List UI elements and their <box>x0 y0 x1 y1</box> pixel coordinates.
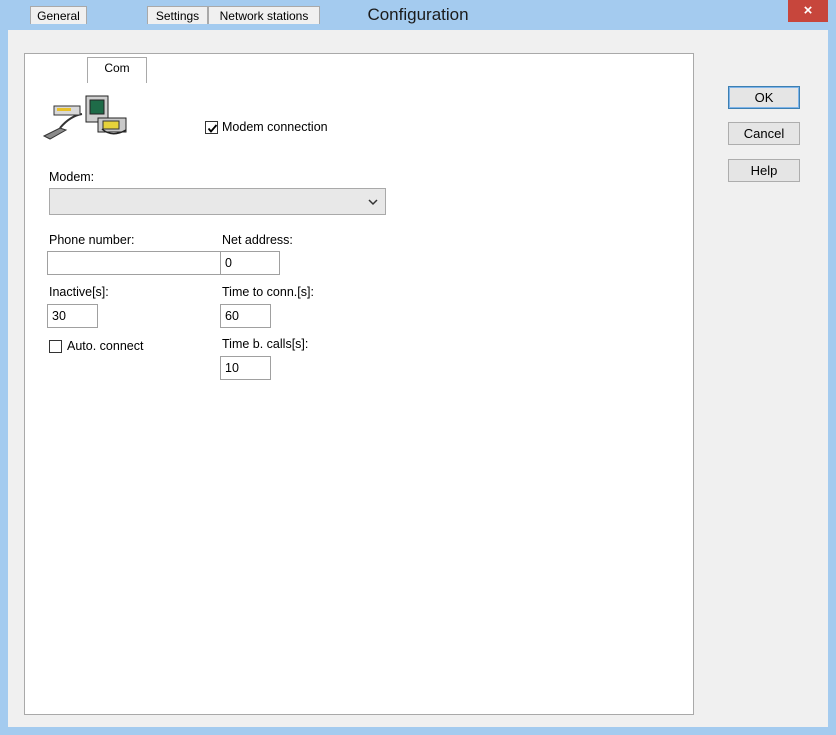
cancel-button[interactable]: Cancel <box>728 122 800 145</box>
configuration-dialog: Configuration × General Com Settings Net… <box>0 0 836 735</box>
chevron-down-icon <box>368 199 378 206</box>
checkmark-icon <box>207 124 218 133</box>
auto-connect-checkbox[interactable] <box>49 340 62 353</box>
tab-general[interactable]: General <box>30 6 87 24</box>
tab-com-label: Com <box>104 61 130 75</box>
window-title: Configuration <box>367 5 469 24</box>
close-icon: × <box>803 2 813 19</box>
inactive-input[interactable]: 30 <box>47 304 98 328</box>
ok-button[interactable]: OK <box>728 86 800 109</box>
phone-number-input[interactable] <box>47 251 221 275</box>
com-tab-panel <box>24 53 694 715</box>
title-bar[interactable]: Configuration × <box>0 0 836 30</box>
time-b-calls-input[interactable]: 10 <box>220 356 271 380</box>
tab-general-label: General <box>37 9 80 23</box>
modem-connection-checkbox[interactable] <box>205 121 218 134</box>
modem-select[interactable] <box>49 188 386 215</box>
help-button[interactable]: Help <box>728 159 800 182</box>
close-button[interactable]: × <box>788 0 828 22</box>
tab-network-stations-label: Network stations <box>219 9 309 23</box>
tab-network-stations[interactable]: Network stations <box>208 6 320 24</box>
time-to-conn-input[interactable]: 60 <box>220 304 271 328</box>
tab-com[interactable]: Com <box>87 57 147 83</box>
tab-settings-label: Settings <box>155 9 200 23</box>
net-address-input[interactable]: 0 <box>220 251 280 275</box>
tab-settings[interactable]: Settings <box>147 6 208 24</box>
